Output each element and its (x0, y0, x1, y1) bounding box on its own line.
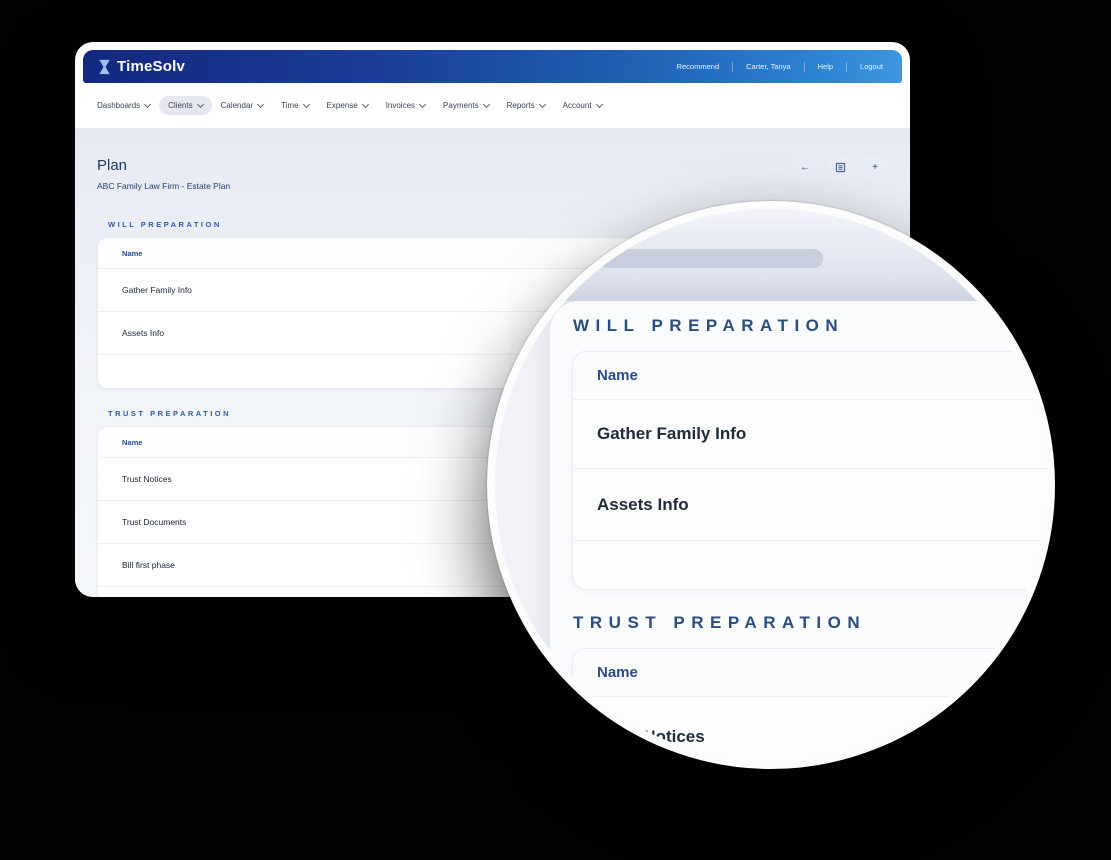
plus-icon: + (872, 162, 878, 173)
recommend-link[interactable]: Recommend (664, 62, 733, 71)
top-navigation-bar: TimeSolv Recommend Carter, Tanya Help Lo… (83, 50, 902, 83)
magnified-table-row: Trust Notices (573, 697, 1051, 769)
nav-label: Invoices (386, 101, 415, 110)
help-link[interactable]: Help (805, 62, 846, 71)
plan-toolbar: ← + (792, 156, 888, 179)
magnified-section-title-trust: TRUST PREPARATION (573, 613, 866, 633)
back-button[interactable]: ← (792, 156, 818, 179)
magnified-column-header-name: Name (573, 649, 1051, 697)
chevron-down-icon (303, 101, 310, 108)
magnified-table-row: Gather Family Info (573, 400, 1051, 469)
user-account-link[interactable]: Carter, Tanya (733, 62, 803, 71)
list-icon (835, 162, 846, 173)
nav-item-time[interactable]: Time (272, 96, 317, 115)
add-button[interactable]: + (862, 156, 888, 179)
nav-label: Reports (507, 101, 535, 110)
list-view-button[interactable] (827, 156, 853, 179)
nav-label: Account (563, 101, 592, 110)
nav-item-account[interactable]: Account (554, 96, 611, 115)
chevron-down-icon (419, 101, 426, 108)
nav-item-dashboards[interactable]: Dashboards (88, 96, 159, 115)
topbar-links: Recommend Carter, Tanya Help Logout (664, 50, 896, 83)
nav-item-calendar[interactable]: Calendar (212, 96, 272, 115)
breadcrumb: ABC Family Law Firm - Estate Plan (97, 181, 888, 191)
magnified-column-header-name: Name (573, 352, 1051, 400)
magnified-trust-table: Name Trust Notices (572, 648, 1052, 769)
magnified-table-row: Assets Info (573, 469, 1051, 541)
nav-label: Expense (327, 101, 358, 110)
nav-label: Time (281, 101, 298, 110)
brand-name: TimeSolv (117, 58, 185, 75)
nav-item-expense[interactable]: Expense (318, 96, 377, 115)
magnified-content-sheet: WILL PREPARATION Name Gather Family Info… (550, 301, 1055, 769)
nav-label: Calendar (221, 101, 253, 110)
chevron-down-icon (596, 101, 603, 108)
back-arrow-icon: ← (800, 162, 810, 173)
nav-item-clients[interactable]: Clients (159, 96, 211, 115)
magnified-section-title-will: WILL PREPARATION (573, 316, 844, 336)
nav-label: Payments (443, 101, 479, 110)
nav-label: Dashboards (97, 101, 140, 110)
page-title: Plan (97, 129, 888, 174)
nav-item-payments[interactable]: Payments (434, 96, 498, 115)
chevron-down-icon (257, 101, 264, 108)
hourglass-icon (98, 59, 111, 75)
brand-logo[interactable]: TimeSolv (98, 58, 185, 75)
main-menu-bar: Dashboards Clients Calendar Time Expense… (75, 83, 910, 129)
chevron-down-icon (197, 101, 204, 108)
chevron-down-icon (483, 101, 490, 108)
magnified-background-band (495, 209, 1047, 301)
nav-item-reports[interactable]: Reports (498, 96, 554, 115)
magnified-scrollbar-pill (598, 249, 823, 268)
chevron-down-icon (362, 101, 369, 108)
chevron-down-icon (144, 101, 151, 108)
nav-label: Clients (168, 101, 192, 110)
chevron-down-icon (539, 101, 546, 108)
magnifier-lens: WILL PREPARATION Name Gather Family Info… (487, 201, 1055, 769)
nav-item-invoices[interactable]: Invoices (377, 96, 434, 115)
magnified-will-table: Name Gather Family Info Assets Info (572, 351, 1052, 590)
logout-link[interactable]: Logout (847, 62, 896, 71)
